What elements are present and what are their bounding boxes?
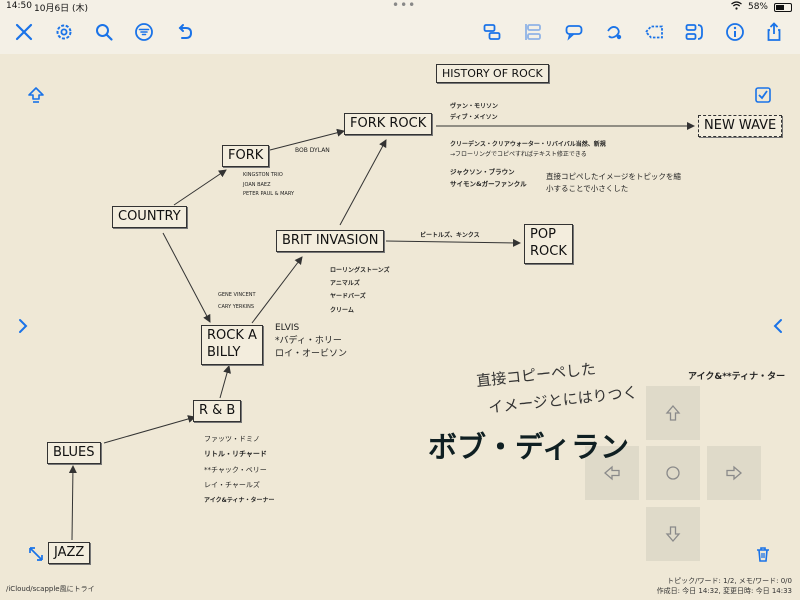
dpad-up-button[interactable] [646,386,700,440]
selected-topic-text[interactable]: ボブ・ディラン [428,424,629,466]
note-line: ディブ・メイソン [450,114,498,122]
link-brit-poprock [385,238,521,247]
note-ike-tina[interactable]: アイク&**ティナ・ター [688,371,785,384]
chevron-left-icon[interactable] [769,317,787,335]
note-line: PETER PAUL & MARY [243,191,295,197]
chevron-right-icon[interactable] [14,317,32,335]
note-line: ジャクソン・ブラウン [450,168,515,176]
link-blues-rnb [103,415,196,444]
node-rockabilly-line2: BILLY [207,344,241,360]
note-line: サイモン&ガーファンクル [450,180,527,189]
arrow-down-icon [665,526,681,542]
node-rnb[interactable]: R & B [193,400,242,422]
note-line: 小することで小さくした [546,184,629,193]
note-line: GENE VINCENT [218,292,256,298]
note-rnb-artists[interactable]: ファッツ・ドミノ リトル・リチャード **チャック・ベリー レイ・チャールズ ア… [204,432,274,507]
note-line: クリーデンス・クリアウォーター・リバイバル当然、新規 [450,141,606,148]
dpad-center-button[interactable] [646,446,700,500]
footer-file-path: /iCloud/scapple風にトライ [6,585,95,593]
note-line: リトル・リチャード [204,450,267,459]
link-rockabilly-brit [251,256,303,324]
note-line: **チャック・ベリー [204,465,267,474]
expand-icon[interactable] [27,545,45,563]
link-jazz-blues [68,465,77,541]
node-pop-rock-line1: POP [530,227,556,242]
note-line: *バディ・ホリー [275,336,342,347]
circle-icon [666,466,680,480]
note-line: CARY YERKINS [218,303,255,310]
note-line: ロイ・オービソン [275,349,348,360]
link-brit-forkrock [339,139,387,226]
note-bob-dylan[interactable]: BOB DYLAN [295,147,330,155]
note-line: KINGSTON TRIO [243,172,283,178]
note-beatles[interactable]: ビートルズ、キンクス [420,232,480,240]
note-line: レイ・チャールズ [204,481,260,490]
checkbox-icon[interactable] [754,86,772,104]
node-rockabilly-line1: ROCK A [207,328,257,343]
note-line: ファッツ・ドミノ [204,435,260,443]
node-blues[interactable]: BLUES [47,442,101,464]
note-line: →フローリングでコピペすればテキスト修正できる [450,151,587,159]
arrow-right-icon [726,465,742,481]
arrow-up-icon [665,405,681,421]
map-title[interactable]: HISTORY OF ROCK [436,64,549,84]
note-line: ELVIS [275,323,300,333]
node-brit-invasion[interactable]: BRIT INVASION [276,230,385,252]
note-direct-copy[interactable]: 直接コピペしたイメージをトピックを縮 小することで小さくした [546,171,681,195]
footer-dates: 作成日: 今日 14:32, 変更日時: 今日 14:33 [656,587,792,595]
node-new-wave[interactable]: NEW WAVE [698,115,783,137]
note-line: クリーム [330,306,354,314]
footer-stats: トピック/ワード: 1/2, メモ/ワード: 0/0 [667,577,792,585]
note-elvis[interactable]: ELVIS *バディ・ホリー ロイ・オービソン [275,322,347,361]
link-country-fork [173,169,227,206]
note-line: アイク&ティナ・ターナー [204,496,275,504]
note-gene-vincent[interactable]: GENE VINCENT CARY YERKINS [218,290,256,313]
node-pop-rock-line2: ROCK [530,243,567,259]
node-pop-rock[interactable]: POP ROCK [524,224,573,264]
dpad-right-button[interactable] [707,446,761,500]
trash-icon[interactable] [754,545,772,563]
note-ccr[interactable]: クリーデンス・クリアウォーター・リバイバル当然、新規 →フローリングでコピペすれ… [450,140,606,160]
note-brit-artists[interactable]: ローリングストーンズ アニマルズ ヤードバーズ クリーム [330,264,390,317]
node-fork[interactable]: FORK [222,145,270,167]
arrow-left-icon [604,465,620,481]
home-up-icon[interactable] [27,86,45,104]
note-fork-artists[interactable]: KINGSTON TRIO JOAN BAEZ PETER PAUL & MAR… [243,171,294,200]
node-fork-rock[interactable]: FORK ROCK [344,113,433,135]
link-rnb-rockabilly [219,365,231,399]
node-rockabilly[interactable]: ROCK A BILLY [201,325,263,365]
node-country[interactable]: COUNTRY [112,206,187,228]
note-line: ヴァン・モリソン [450,103,499,110]
note-forkrock-artists[interactable]: ヴァン・モリソン ディブ・メイソン [450,101,498,124]
note-line: JOAN BAEZ [243,181,271,188]
note-line: アニマルズ [330,280,360,288]
node-jazz[interactable]: JAZZ [48,542,91,564]
note-line: ヤードバーズ [330,293,366,301]
note-line: 直接コピペしたイメージをトピックを縮 [546,172,681,181]
dpad-down-button[interactable] [646,507,700,561]
link-country-rockabilly [162,232,211,323]
note-line: ローリングストーンズ [330,267,390,274]
note-jackson-browne[interactable]: ジャクソン・ブラウン サイモン&ガーファンクル [450,166,527,191]
